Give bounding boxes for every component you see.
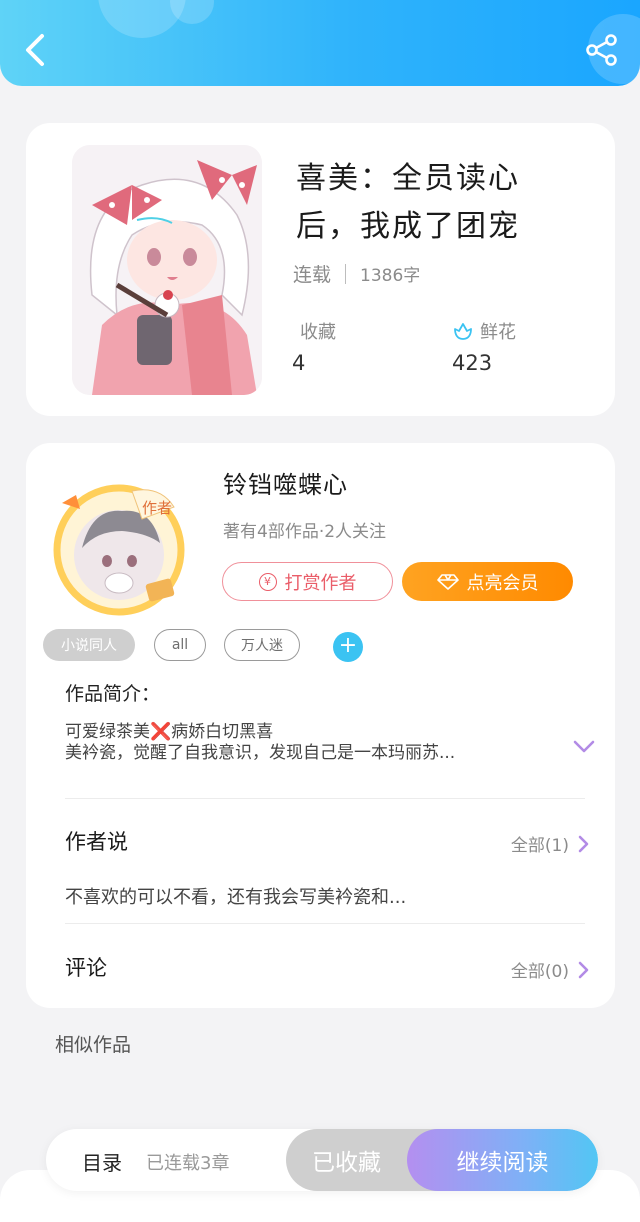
- tag-item[interactable]: 万人迷: [224, 629, 300, 661]
- flower-count: 423: [452, 351, 493, 375]
- author-says-all-link[interactable]: 全部(1): [511, 831, 589, 856]
- book-cover-illustration: [72, 145, 262, 395]
- author-avatar[interactable]: 作者: [52, 483, 187, 618]
- back-button[interactable]: [18, 30, 52, 70]
- bottom-action-bar: 目录 已连载3章 已收藏 继续阅读: [46, 1129, 598, 1191]
- continue-reading-button[interactable]: 继续阅读: [407, 1129, 598, 1191]
- intro-line: 美衿瓷，觉醒了自我意识，发现自己是一本玛丽苏...: [65, 743, 456, 763]
- author-avatar-image: 作者: [53, 484, 185, 616]
- plus-icon: +: [338, 633, 358, 658]
- author-stats: 著有4部作品·2人关注: [223, 522, 387, 542]
- tag-item[interactable]: 小说同人: [43, 629, 135, 661]
- author-name[interactable]: 铃铛噬蝶心: [223, 465, 348, 500]
- add-tag-button[interactable]: +: [333, 632, 363, 662]
- vip-label: 点亮会员: [466, 572, 539, 594]
- vip-button[interactable]: 点亮会员: [402, 562, 573, 601]
- section-divider: [65, 923, 585, 924]
- similar-works-heading: 相似作品: [55, 1034, 132, 1056]
- author-card: 作者 铃铛噬蝶心 著有4部作品·2人关注 ¥ 打赏作者 点亮会员 小说同人 al…: [26, 443, 615, 1008]
- author-says-text[interactable]: 不喜欢的可以不看，还有我会写美衿瓷和...: [65, 883, 406, 909]
- chevron-right-icon: [578, 961, 589, 978]
- tip-author-button[interactable]: ¥ 打赏作者: [222, 562, 393, 601]
- yen-icon: ¥: [258, 572, 277, 591]
- author-badge: 作者: [142, 499, 172, 517]
- intro-heading: 作品简介：: [65, 683, 161, 705]
- flower-icon: [454, 323, 472, 340]
- author-says-title: 作者说: [65, 830, 128, 854]
- chevron-down-icon[interactable]: [572, 739, 596, 755]
- share-icon[interactable]: [584, 32, 620, 68]
- toc-status: 已连载3章: [146, 1153, 230, 1174]
- tag-item[interactable]: all: [154, 629, 206, 661]
- collect-label: 收藏: [300, 322, 336, 343]
- collect-count: 4: [292, 351, 306, 375]
- meta-divider: [345, 263, 347, 284]
- top-header: [0, 0, 640, 86]
- toc-button[interactable]: 目录: [82, 1147, 122, 1176]
- comments-all-link[interactable]: 全部(0): [511, 957, 589, 982]
- flower-label: 鲜花: [480, 322, 516, 343]
- serial-status: 连载: [293, 264, 332, 286]
- chevron-right-icon: [578, 835, 589, 852]
- word-count: 1386字: [360, 266, 421, 286]
- intro-text: 可爱绿茶美❌病娇白切黑喜 美衿瓷，觉醒了自我意识，发现自己是一本玛丽苏...: [65, 722, 545, 764]
- book-title: 喜美：全员读心后，我成了团宠: [296, 161, 520, 244]
- book-info-card: 喜美：全员读心后，我成了团宠 连载 1386字 收藏 4 鲜花 423: [26, 123, 615, 416]
- flower-stat[interactable]: 鲜花: [452, 318, 516, 344]
- book-cover[interactable]: [72, 145, 262, 395]
- tip-author-label: 打赏作者: [284, 572, 357, 594]
- comments-title: 评论: [65, 956, 107, 980]
- author-says-all-label: 全部(1): [510, 836, 569, 856]
- intro-line: 可爱绿茶美❌病娇白切黑喜: [65, 722, 274, 742]
- comments-all-label: 全部(0): [510, 962, 569, 982]
- diamond-icon: [436, 573, 459, 590]
- section-divider: [65, 798, 585, 799]
- book-meta: 连载 1386字: [293, 260, 420, 287]
